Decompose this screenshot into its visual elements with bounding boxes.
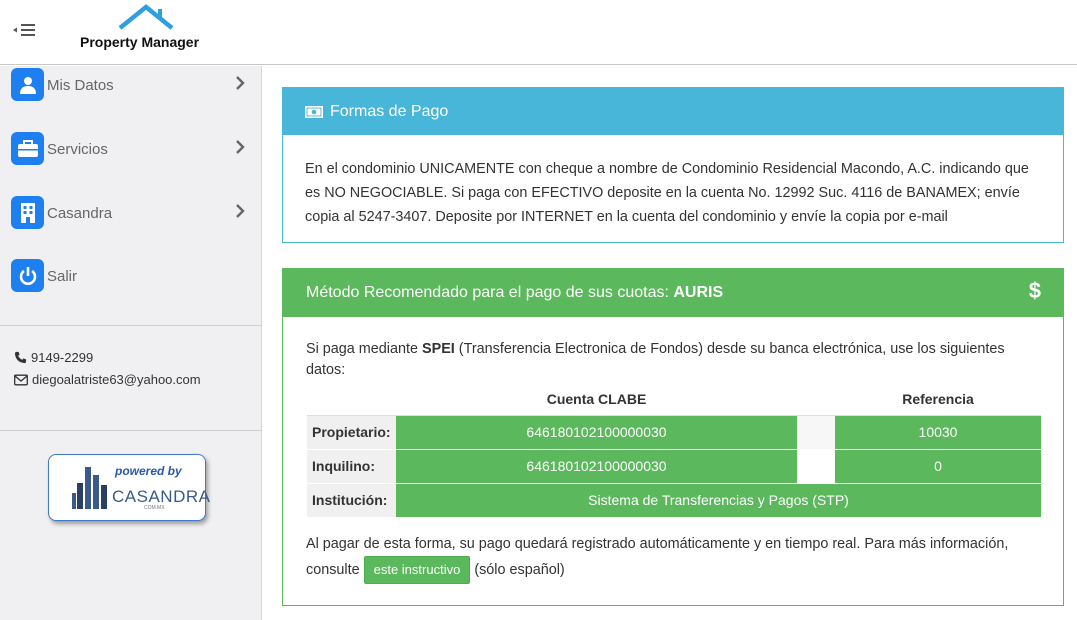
- phone-number: 9149-2299: [31, 350, 94, 365]
- recommended-intro: Si paga mediante SPEI (Transferencia Ele…: [283, 317, 1063, 381]
- envelope-icon: [14, 374, 28, 385]
- recommended-method-panel: Método Recomendado para el pago de sus c…: [282, 268, 1064, 606]
- sidebar-item-label: Mis Datos: [47, 77, 114, 94]
- powered-by-label: powered by: [115, 464, 182, 478]
- chevron-right-icon: [236, 140, 245, 154]
- intro-spei: SPEI: [422, 341, 455, 357]
- payment-methods-text: En el condominio UNICAMENTE con cheque a…: [305, 161, 1029, 225]
- power-icon: [11, 259, 44, 292]
- sidebar-divider: [0, 430, 261, 431]
- casandra-domain: COM.MX: [144, 505, 165, 511]
- column-header-clabe: Cuenta CLABE: [546, 390, 647, 407]
- payment-methods-panel: Formas de Pago En el condominio UNICAMEN…: [282, 87, 1064, 243]
- powered-by-casandra-badge[interactable]: powered by CASANDRA COM.MX: [48, 454, 210, 521]
- payment-methods-header: Formas de Pago: [283, 88, 1063, 135]
- casandra-brand: CASANDRA: [112, 487, 211, 506]
- closing-text: Al pagar de esta forma, su pago quedará …: [306, 532, 1046, 584]
- payment-data-table: Cuenta CLABE Referencia Propietario: 646…: [307, 383, 1041, 517]
- building-icon: [11, 196, 44, 229]
- sidebar-divider: [0, 325, 261, 326]
- sidebar-item-label: Casandra: [47, 205, 113, 222]
- table-row: Propietario: 646180102100000030 10030: [307, 414, 1041, 449]
- table-row: Inquilino: 646180102100000030 0: [307, 448, 1041, 483]
- house-roof-icon: [118, 4, 174, 30]
- user-icon: [11, 68, 44, 101]
- row-label: Propietario:: [307, 414, 396, 449]
- instructions-button[interactable]: este instructivo: [363, 556, 471, 584]
- app-title: Property Manager: [80, 34, 200, 50]
- sidebar-item-casandra[interactable]: Casandra: [0, 196, 262, 240]
- contact-phone: 9149-2299: [14, 350, 93, 365]
- closing-suffix: (sólo español): [474, 561, 565, 578]
- clabe-value: 646180102100000030: [396, 448, 797, 483]
- sidebar-toggle-button[interactable]: [12, 20, 38, 40]
- sidebar: Mis Datos Servicios Casandra Salir 9149-…: [0, 66, 262, 620]
- top-bar: Property Manager: [0, 0, 1077, 65]
- table-row: Institución: Sistema de Transferencias y…: [307, 482, 1041, 517]
- phone-icon: [14, 351, 27, 364]
- institution-value: Sistema de Transferencias y Pagos (STP): [396, 482, 1041, 517]
- sidebar-item-label: Salir: [47, 268, 78, 285]
- email-address: diegoalatriste63@yahoo.com: [32, 372, 201, 387]
- chevron-right-icon: [236, 204, 245, 218]
- recommended-method-header: Método Recomendado para el pago de sus c…: [283, 269, 1063, 317]
- column-header-reference: Referencia: [902, 390, 974, 407]
- clabe-value: 646180102100000030: [396, 414, 797, 449]
- app-logo[interactable]: Property Manager: [80, 4, 210, 60]
- sidebar-item-mis-datos[interactable]: Mis Datos: [0, 68, 262, 112]
- chevron-right-icon: [236, 76, 245, 90]
- payment-methods-title: Formas de Pago: [330, 102, 449, 120]
- intro-prefix: Si paga mediante: [306, 341, 423, 357]
- row-label: Inquilino:: [307, 448, 396, 483]
- sidebar-item-servicios[interactable]: Servicios: [0, 132, 262, 176]
- money-bill-icon: [305, 105, 323, 118]
- row-label: Institución:: [307, 482, 396, 517]
- sidebar-item-label: Servicios: [47, 141, 108, 158]
- recommended-method-name: AURIS: [673, 284, 724, 301]
- contact-email: diegoalatriste63@yahoo.com: [14, 372, 201, 387]
- menu-icon: [13, 24, 35, 36]
- casandra-logo-icon: [72, 467, 107, 509]
- sidebar-item-salir[interactable]: Salir: [0, 259, 262, 303]
- recommended-method-title: Método Recomendado para el pago de sus c…: [306, 284, 674, 301]
- briefcase-icon: [11, 132, 44, 165]
- dollar-icon: $: [1028, 278, 1041, 303]
- table-header-row: Cuenta CLABE Referencia: [307, 383, 1041, 415]
- reference-value: 0: [835, 448, 1041, 483]
- reference-value: 10030: [835, 414, 1041, 449]
